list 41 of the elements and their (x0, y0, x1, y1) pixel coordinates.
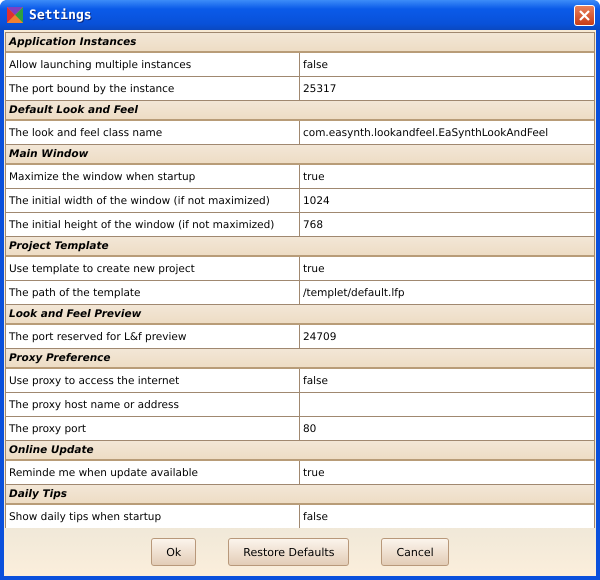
property-name-cell: The look and feel class name (6, 121, 300, 144)
property-value-cell[interactable]: 80 (300, 417, 594, 440)
section-title: Look and Feel Preview (9, 308, 142, 320)
window-title: Settings (29, 8, 93, 22)
section-title: Project Template (9, 240, 109, 252)
property-value-cell[interactable]: true (300, 461, 594, 484)
property-name-cell: Use proxy to access the internet (6, 369, 300, 392)
property-value-cell[interactable]: true (300, 257, 594, 280)
property-value-cell[interactable]: 1024 (300, 189, 594, 212)
close-icon (578, 8, 591, 22)
property-value-cell[interactable]: false (300, 53, 594, 76)
dialog-button[interactable]: Cancel (381, 538, 449, 566)
section-title: Proxy Preference (9, 352, 111, 364)
property-name-cell: Maximize the window when startup (6, 165, 300, 188)
close-button[interactable] (574, 4, 595, 26)
property-value-cell[interactable]: 768 (300, 213, 594, 236)
section-title: Daily Tips (9, 488, 68, 500)
property-value-cell[interactable]: false (300, 369, 594, 392)
property-name-cell: The initial height of the window (if not maximized) (6, 213, 300, 236)
section-title: Main Window (9, 148, 88, 160)
property-name-cell: The proxy host name or address (6, 393, 300, 416)
section-title: Default Look and Feel (9, 104, 138, 116)
property-name-cell: Use template to create new project (6, 257, 300, 280)
property-name-cell: The path of the template (6, 281, 300, 304)
property-name-cell: The initial width of the window (if not maximized) (6, 189, 300, 212)
property-value-cell[interactable]: /templet/default.lfp (300, 281, 594, 304)
app-logo-icon (7, 7, 23, 23)
property-name-cell: The port reserved for L&f preview (6, 325, 300, 348)
section-title: Application Instances (9, 36, 136, 48)
dialog-button[interactable]: Ok (151, 538, 196, 566)
property-value-cell[interactable]: 24709 (300, 325, 594, 348)
property-value-cell[interactable]: com.easynth.lookandfeel.EaSynthLookAndFeel (300, 121, 594, 144)
property-name-cell: Allow launching multiple instances (6, 53, 300, 76)
dialog-button[interactable]: Restore Defaults (228, 538, 350, 566)
property-value-cell[interactable]: true (300, 165, 594, 188)
property-name-cell: Reminde me when update available (6, 461, 300, 484)
property-name-cell: The port bound by the instance (6, 77, 300, 100)
property-value-cell[interactable]: false (300, 505, 594, 528)
section-title: Online Update (9, 444, 94, 456)
property-value-cell[interactable]: 25317 (300, 77, 594, 100)
property-name-cell: The proxy port (6, 417, 300, 440)
